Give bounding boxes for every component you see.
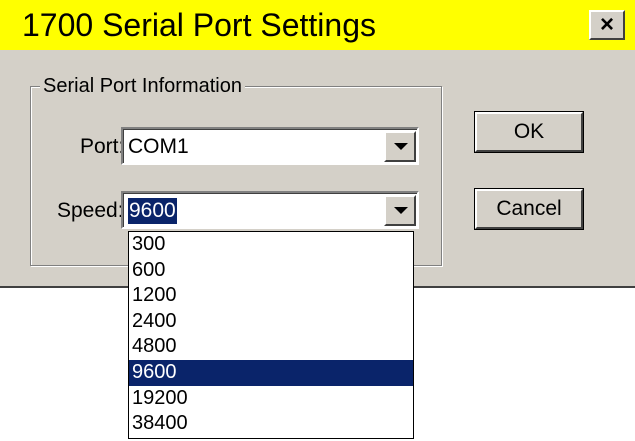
chevron-down-icon[interactable] — [384, 195, 416, 226]
ok-button[interactable]: OK — [474, 111, 584, 153]
port-label: Port: — [80, 135, 125, 158]
chevron-down-icon[interactable] — [384, 131, 416, 162]
cancel-button[interactable]: Cancel — [474, 188, 584, 230]
port-value: COM1 — [128, 135, 189, 158]
speed-option[interactable]: 2400 — [129, 309, 413, 335]
close-button[interactable]: × — [589, 10, 625, 40]
speed-option[interactable]: 19200 — [129, 386, 413, 412]
speed-option[interactable]: 600 — [129, 258, 413, 284]
speed-option[interactable]: 1200 — [129, 283, 413, 309]
window-title: 1700 Serial Port Settings — [22, 7, 376, 43]
groupbox-legend: Serial Port Information — [40, 73, 245, 99]
speed-dropdown-list: 300 600 1200 2400 4800 9600 19200 38400 — [128, 231, 414, 439]
speed-value: 9600 — [128, 198, 177, 224]
speed-label: Speed: — [57, 199, 124, 222]
speed-option[interactable]: 4800 — [129, 334, 413, 360]
speed-option-highlighted[interactable]: 9600 — [129, 359, 413, 386]
speed-option[interactable]: 300 — [129, 232, 413, 258]
speed-option[interactable]: 38400 — [129, 411, 413, 437]
port-combobox[interactable]: COM1 — [121, 127, 419, 165]
close-icon: × — [599, 11, 614, 38]
title-bar[interactable]: 1700 Serial Port Settings × — [0, 0, 635, 50]
speed-combobox[interactable]: 9600 — [121, 191, 419, 229]
